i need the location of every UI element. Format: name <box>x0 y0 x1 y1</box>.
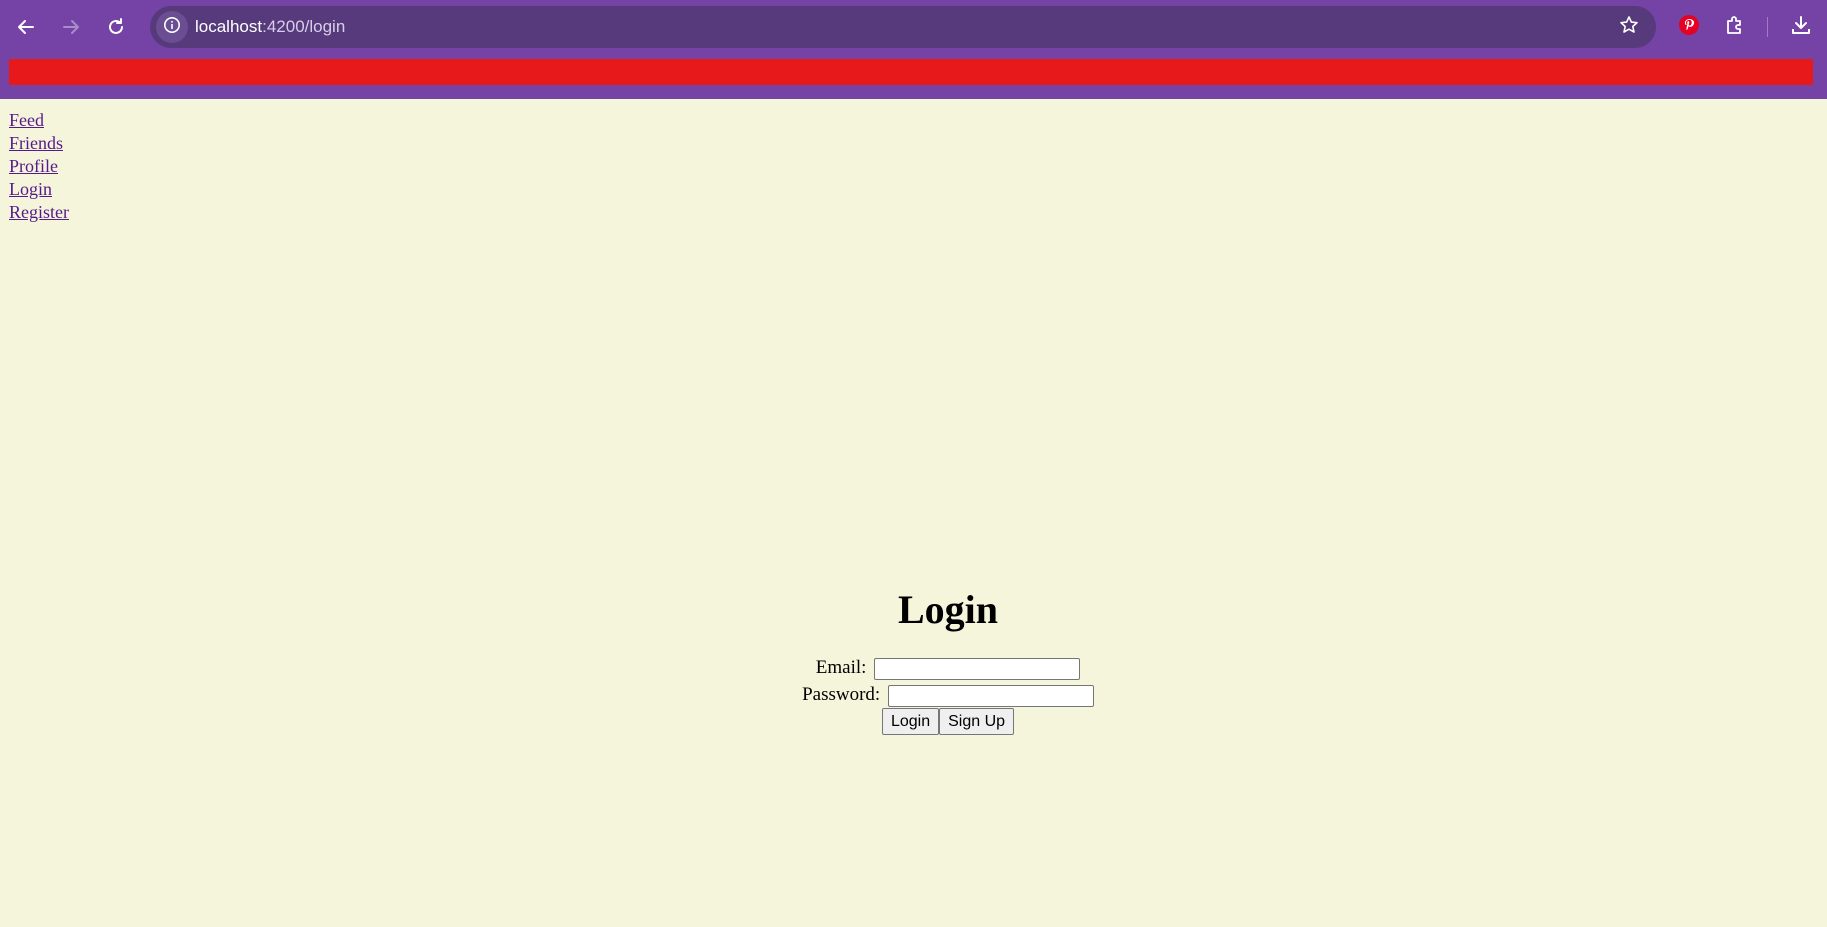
email-field[interactable] <box>874 657 1081 680</box>
bookmark-button[interactable] <box>1614 12 1644 42</box>
back-button[interactable] <box>8 9 44 45</box>
reload-button[interactable] <box>98 9 134 45</box>
login-form: Login Email: Password: Login Sign Up <box>0 587 1827 736</box>
browser-chrome: localhost:4200/login <box>0 0 1827 99</box>
pinterest-extension-button[interactable] <box>1672 10 1706 44</box>
site-info-icon <box>163 16 181 39</box>
nav-links: Feed Friends Profile Login Register <box>9 109 69 224</box>
back-arrow-icon <box>16 17 36 37</box>
password-row: Password: <box>0 681 1827 708</box>
nav-link-login[interactable]: Login <box>9 178 69 201</box>
password-field[interactable] <box>887 684 1094 707</box>
address-bar[interactable]: localhost:4200/login <box>150 6 1656 48</box>
nav-link-friends[interactable]: Friends <box>9 132 69 155</box>
downloads-button[interactable] <box>1784 10 1818 44</box>
browser-toolbar: localhost:4200/login <box>0 0 1827 54</box>
password-label: Password: <box>802 684 881 705</box>
login-button[interactable]: Login <box>881 708 940 735</box>
signup-button[interactable]: Sign Up <box>939 708 1015 735</box>
url-path: :4200/login <box>262 17 346 36</box>
site-info-button[interactable] <box>156 11 188 43</box>
reload-icon <box>106 17 126 37</box>
extensions-button[interactable] <box>1718 10 1752 44</box>
pinterest-icon <box>1678 14 1700 41</box>
url-text[interactable]: localhost:4200/login <box>195 6 345 48</box>
toolbar-separator <box>1767 17 1768 37</box>
button-row: Login Sign Up <box>0 708 1827 736</box>
page-content: Feed Friends Profile Login Register Logi… <box>0 99 1827 927</box>
star-icon <box>1619 15 1639 40</box>
email-label: Email: <box>815 657 867 678</box>
url-host: localhost <box>195 17 263 36</box>
forward-arrow-icon <box>61 17 81 37</box>
login-title: Login <box>897 587 999 632</box>
nav-link-feed[interactable]: Feed <box>9 109 69 132</box>
nav-link-profile[interactable]: Profile <box>9 155 69 178</box>
download-icon <box>1790 14 1812 41</box>
nav-link-register[interactable]: Register <box>9 201 69 224</box>
forward-button[interactable] <box>53 9 89 45</box>
extensions-puzzle-icon <box>1724 14 1746 41</box>
email-row: Email: <box>0 654 1827 681</box>
red-banner <box>9 59 1813 85</box>
